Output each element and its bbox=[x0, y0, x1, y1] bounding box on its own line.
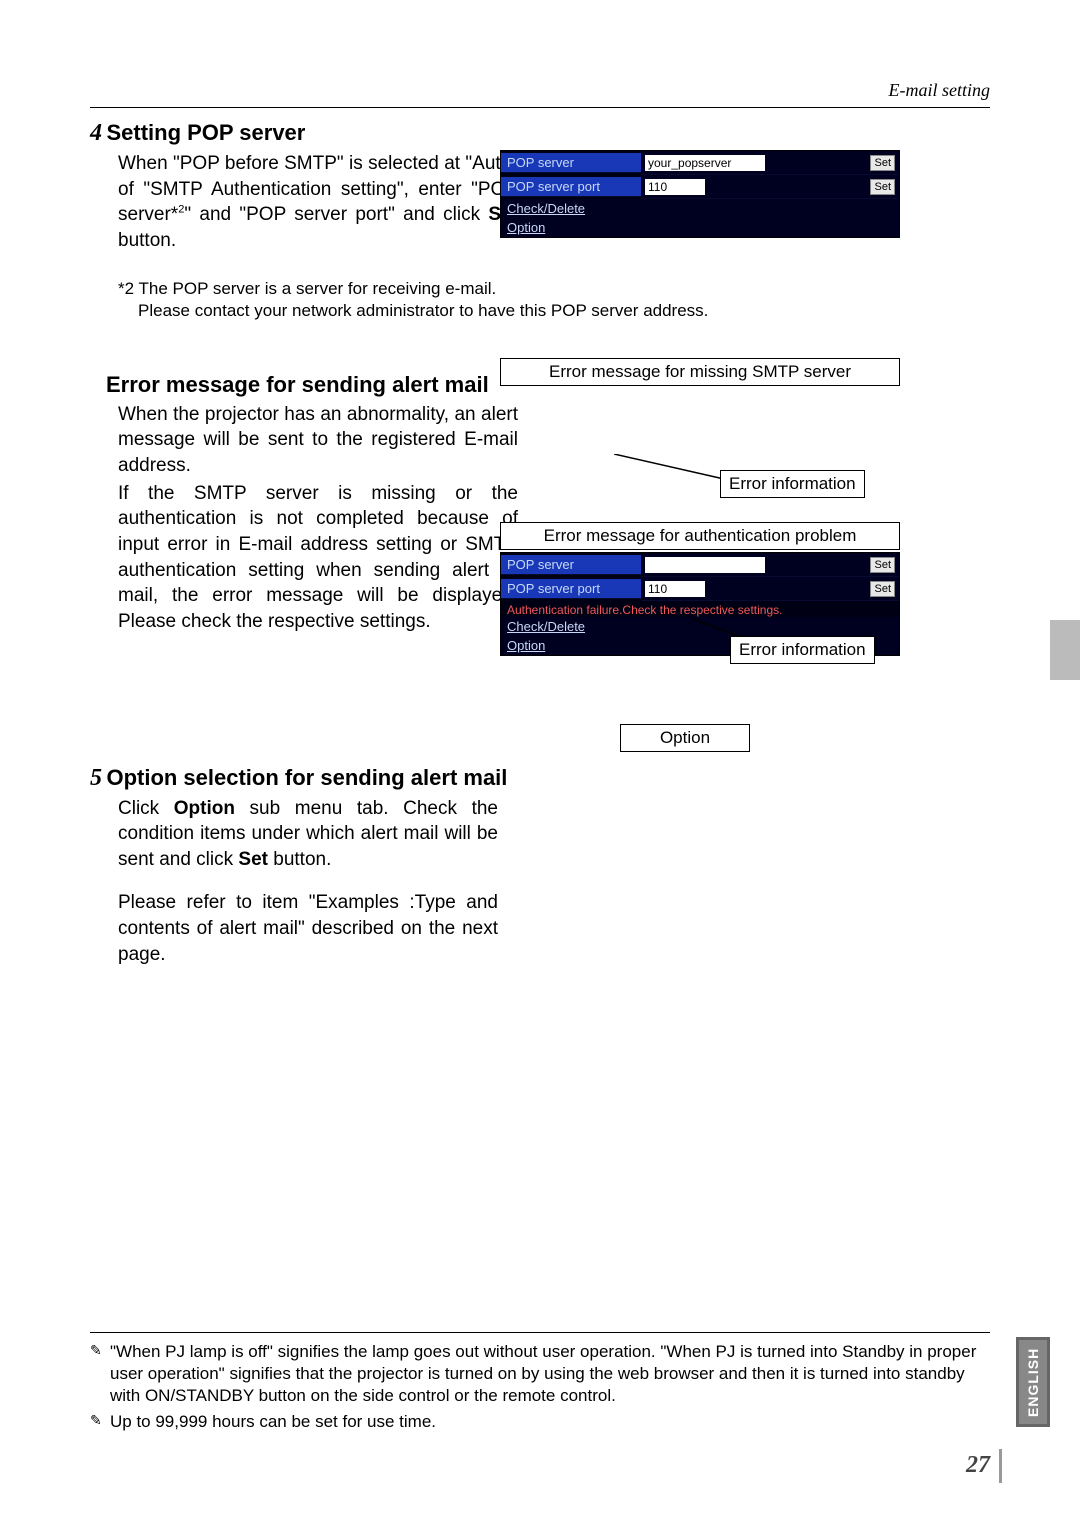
step5-number: 5 bbox=[90, 765, 102, 791]
pop-server-port-label-2: POP server port bbox=[501, 579, 641, 599]
set-button[interactable]: Set bbox=[870, 557, 895, 573]
step5-p2: Please refer to item "Examples :Type and… bbox=[118, 890, 498, 967]
pop-server-input-2[interactable] bbox=[645, 557, 765, 573]
pop-server-port-input[interactable]: 110 bbox=[645, 179, 705, 195]
pointer-line-1 bbox=[614, 454, 734, 484]
step4-title: Setting POP server bbox=[106, 120, 305, 145]
pencil-icon: ✎ bbox=[90, 1341, 104, 1359]
page-number: 27 bbox=[966, 1452, 990, 1479]
callout-missing-smtp: Error message for missing SMTP server bbox=[500, 358, 900, 386]
pop-server-port-input-2[interactable]: 110 bbox=[645, 581, 705, 597]
pop-server-label: POP server bbox=[501, 153, 641, 173]
step4-footnote: *2 The POP server is a server for receiv… bbox=[118, 278, 990, 322]
option-link[interactable]: Option bbox=[501, 218, 899, 237]
pencil-icon: ✎ bbox=[90, 1411, 104, 1429]
callout-auth-problem: Error message for authentication problem bbox=[500, 522, 900, 550]
error-section-p1: When the projector has an abnormality, a… bbox=[118, 402, 518, 479]
page-number-rule bbox=[999, 1449, 1002, 1483]
section-tab-gray bbox=[1050, 620, 1080, 680]
step5-p1: Click Option sub menu tab. Check the con… bbox=[118, 796, 498, 873]
step4-body: When "POP before SMTP" is selected at "A… bbox=[118, 151, 518, 254]
pop-server-port-label: POP server port bbox=[501, 177, 641, 197]
language-tab: ENGLISH bbox=[1016, 1337, 1050, 1427]
step5-title: Option selection for sending alert mail bbox=[106, 765, 507, 790]
option-label-box: Option bbox=[620, 724, 750, 752]
step4-number: 4 bbox=[90, 120, 102, 146]
callout-error-info-2: Error information bbox=[730, 636, 875, 664]
pop-server-panel: POP server your_popserver Set POP server… bbox=[500, 150, 900, 238]
pop-server-input[interactable]: your_popserver bbox=[645, 155, 765, 171]
error-section-p2: If the SMTP server is missing or the aut… bbox=[118, 481, 518, 635]
header-title: E-mail setting bbox=[90, 80, 990, 101]
callout-error-info-1: Error information bbox=[720, 470, 865, 498]
header-rule bbox=[90, 107, 990, 108]
set-button[interactable]: Set bbox=[870, 155, 895, 171]
pop-server-label-2: POP server bbox=[501, 555, 641, 575]
footer-rule bbox=[90, 1332, 990, 1333]
set-button[interactable]: Set bbox=[870, 581, 895, 597]
check-delete-link[interactable]: Check/Delete bbox=[501, 199, 899, 218]
set-button[interactable]: Set bbox=[870, 179, 895, 195]
footer-notes: ✎ "When PJ lamp is off" signifies the la… bbox=[90, 1341, 990, 1433]
